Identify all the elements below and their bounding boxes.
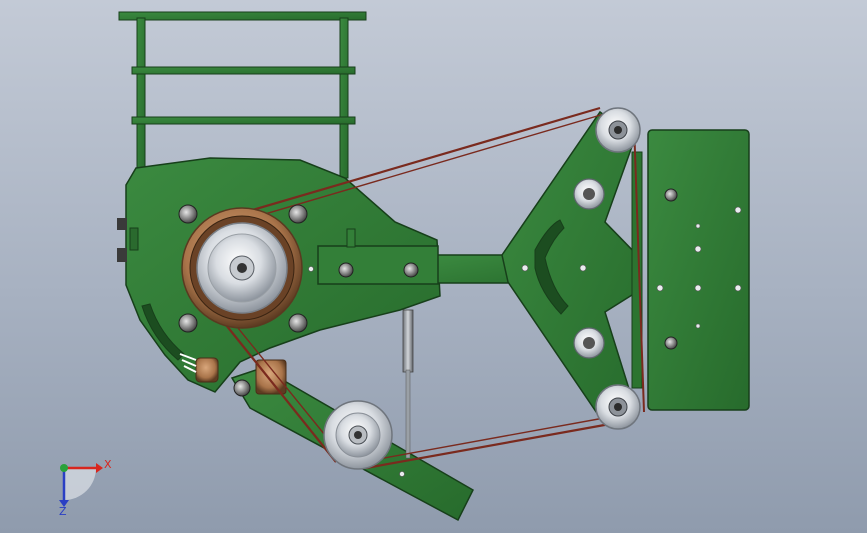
tension-roller-lower-hub	[583, 337, 595, 349]
gas-spring-body	[402, 309, 414, 373]
bolt	[288, 313, 308, 333]
z-axis-label: Z	[59, 505, 67, 518]
hole	[695, 323, 701, 329]
hole	[308, 266, 314, 272]
x-axis-label: X	[104, 458, 112, 471]
gas-spring-rod	[405, 369, 411, 459]
y-axis-origin	[60, 464, 68, 472]
hole	[521, 264, 529, 272]
rack-rail-upper	[131, 66, 356, 75]
bolt	[178, 204, 198, 224]
gas-spring	[402, 309, 414, 459]
base-plate-tab	[129, 227, 139, 251]
bolt	[403, 262, 419, 278]
bolt	[233, 379, 251, 397]
hole	[734, 284, 742, 292]
bolt	[178, 313, 198, 333]
belt-grinder-assembly-drawing[interactable]: X Z	[0, 0, 867, 533]
bolt	[664, 336, 678, 350]
top-rack	[118, 11, 367, 179]
rack-left-post	[136, 17, 146, 179]
left-stub-lower	[117, 248, 127, 262]
bolt	[338, 262, 354, 278]
tracking-wheel-top-bore	[614, 126, 622, 134]
drive-wheel-bore	[237, 263, 247, 273]
hole	[579, 264, 587, 272]
rack-top-bar	[118, 11, 367, 21]
belt-lower-run-inner	[361, 417, 605, 463]
rack-right-post	[339, 17, 349, 179]
rack-rail-lower	[131, 116, 356, 125]
belt-lower-run	[365, 422, 611, 470]
bolt	[664, 188, 678, 202]
left-stub-upper	[117, 218, 127, 230]
tracking-wheel-bottom-bore	[614, 403, 622, 411]
contact-wheel-bore	[354, 431, 362, 439]
hinge-block	[255, 359, 287, 395]
bolt	[288, 204, 308, 224]
hole	[695, 223, 701, 229]
drive-wheel	[181, 207, 303, 329]
hole	[694, 245, 702, 253]
hinge-block-left	[195, 357, 219, 383]
hole	[734, 206, 742, 214]
axis-triad: X Z	[59, 458, 112, 518]
hole	[694, 284, 702, 292]
platen-plate	[647, 129, 750, 411]
tracking-wheel-top	[595, 107, 641, 153]
triad-quadrant	[64, 468, 96, 500]
x-axis-arrow	[96, 463, 103, 473]
hole	[656, 284, 664, 292]
tension-roller-upper	[573, 178, 605, 210]
hole	[399, 471, 405, 477]
tension-roller-upper-hub	[583, 188, 595, 200]
slide-clamp-tab	[346, 228, 356, 248]
cad-viewport[interactable]: X Z	[0, 0, 867, 533]
tension-roller-lower	[573, 327, 605, 359]
contact-wheel-lower	[323, 400, 393, 470]
tracking-wheel-bottom	[595, 384, 641, 430]
slide-clamp-block	[317, 245, 439, 285]
